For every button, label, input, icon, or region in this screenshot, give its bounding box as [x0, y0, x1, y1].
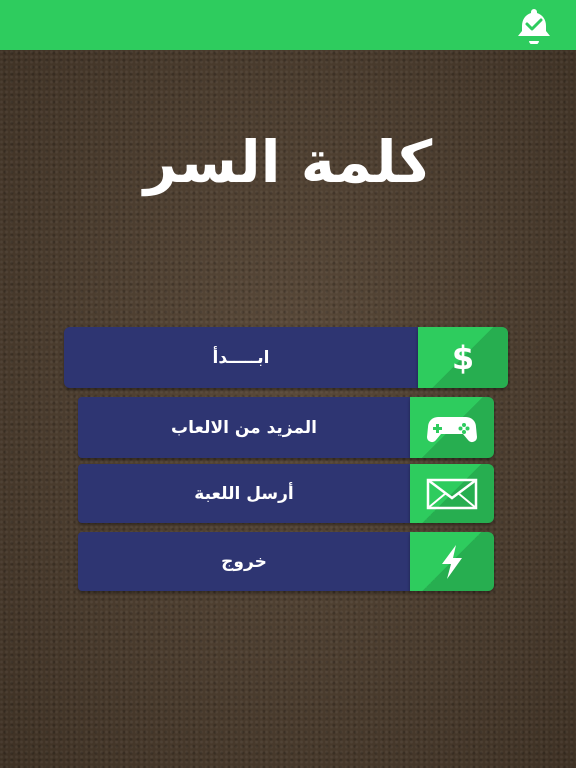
- exit-button[interactable]: خروج: [78, 532, 494, 591]
- svg-text:$: $: [452, 340, 474, 376]
- send-game-button-label: أرسل اللعبة: [78, 464, 410, 523]
- start-icon-box: $: [418, 327, 508, 388]
- dollar-icon: $: [452, 340, 474, 376]
- more-games-icon-box: [410, 397, 494, 458]
- send-game-icon-box: [410, 464, 494, 523]
- app-title: كلمة السر: [143, 128, 433, 196]
- send-game-button[interactable]: أرسل اللعبة: [78, 464, 494, 523]
- gamepad-icon: [427, 416, 477, 442]
- more-games-button[interactable]: المزيد من الالعاب: [78, 397, 494, 458]
- more-games-button-label: المزيد من الالعاب: [78, 397, 410, 458]
- lightning-icon: [442, 544, 462, 579]
- start-button-label: ابـــــدأ: [64, 327, 418, 388]
- exit-button-label: خروج: [78, 532, 410, 591]
- start-button[interactable]: ابـــــدأ $: [64, 327, 508, 388]
- bell-check-icon[interactable]: [514, 6, 554, 45]
- exit-icon-box: [410, 532, 494, 591]
- envelope-icon: [426, 478, 478, 509]
- top-bar: [0, 0, 576, 50]
